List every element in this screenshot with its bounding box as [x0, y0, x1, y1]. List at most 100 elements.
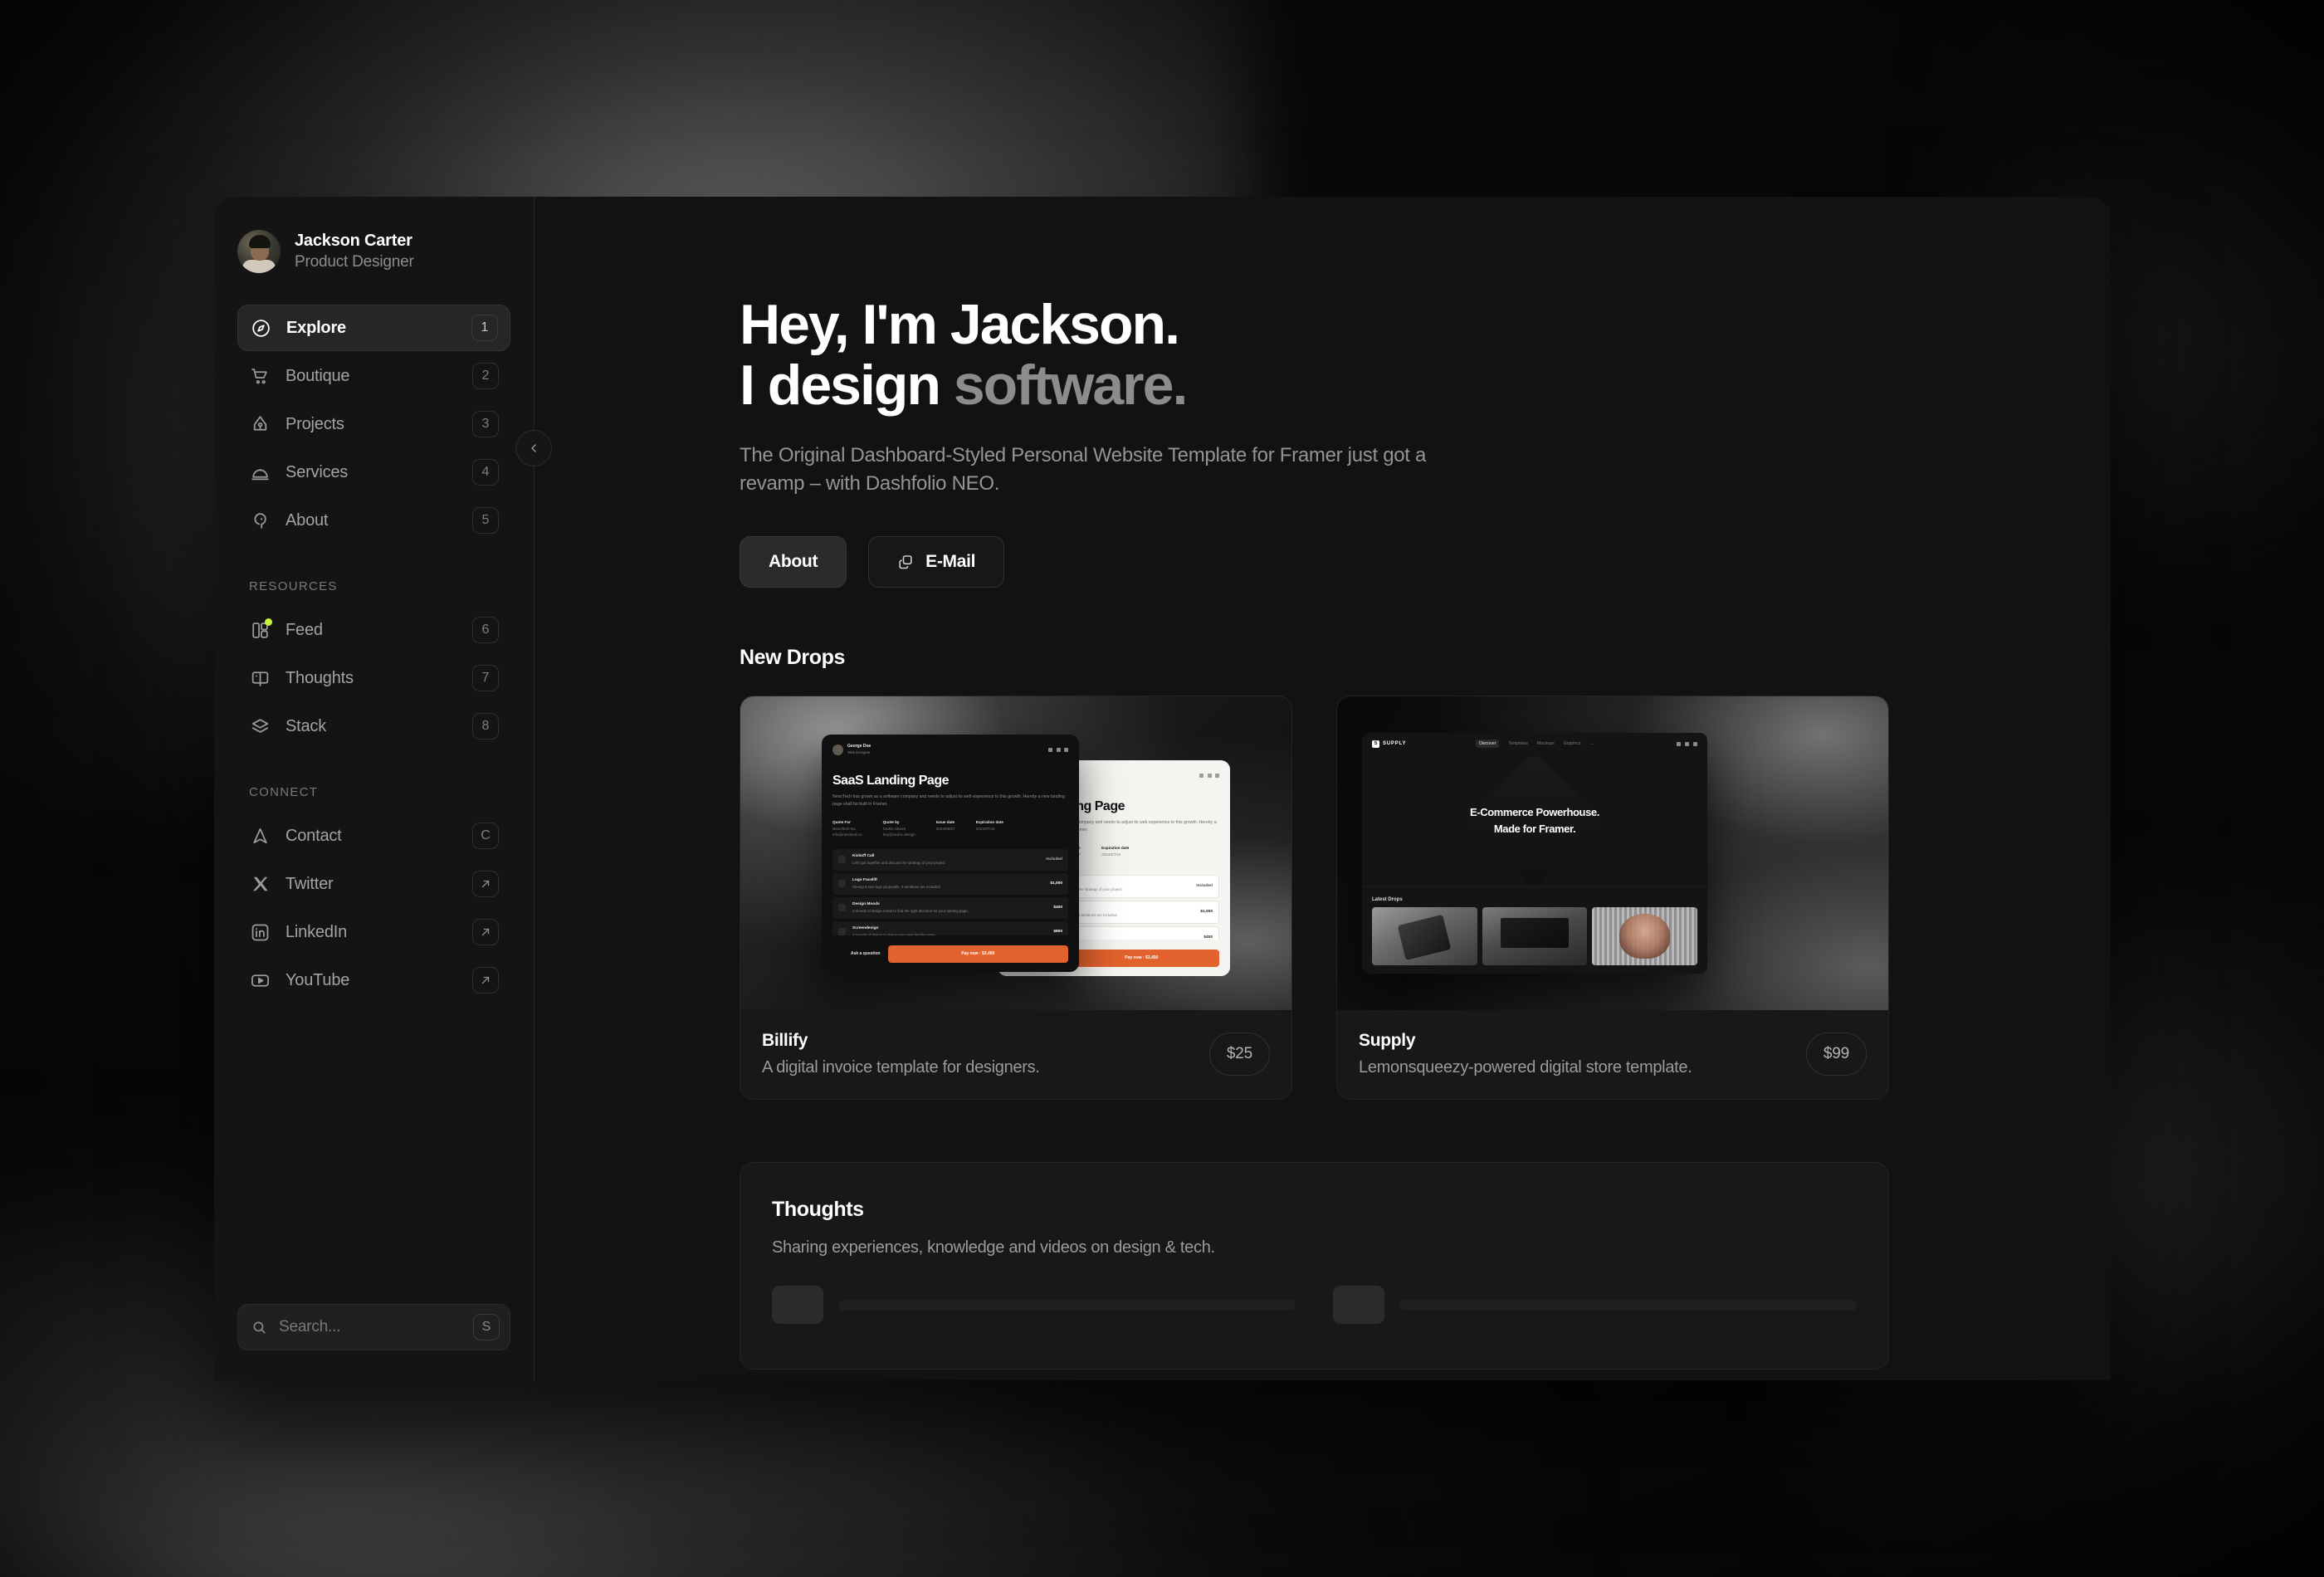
store-hero-line-1: E-Commerce Powerhouse. [1470, 806, 1599, 818]
hero-subtitle: The Original Dashboard-Styled Personal W… [740, 442, 1453, 498]
sidebar-item-badge: 7 [472, 665, 499, 691]
invoice-title: SaaS Landing Page [832, 774, 1068, 788]
sidebar-item-badge: 6 [472, 617, 499, 643]
sidebar-item-label: Twitter [286, 875, 458, 894]
sidebar-item-projects[interactable]: Projects 3 [237, 401, 510, 447]
profile-header[interactable]: Jackson Carter Product Designer [214, 197, 534, 273]
sidebar-item-feed[interactable]: Feed 6 [237, 607, 510, 653]
layout-grid-icon [249, 619, 271, 642]
instagram-icon [1048, 748, 1052, 752]
thought-title-placeholder [838, 1300, 1296, 1311]
invoice-user-role: Web Designer [847, 750, 871, 756]
layers-icon [249, 715, 271, 738]
twitter-icon [1208, 774, 1212, 778]
page-title: Hey, I'm Jackson. I design software. [740, 295, 1889, 417]
thoughts-panel-title: Thoughts [772, 1198, 1857, 1222]
navigation-arrow-icon [249, 825, 271, 847]
sidebar-item-about[interactable]: About 5 [237, 497, 510, 544]
external-link-badge [472, 871, 499, 897]
sidebar-item-label: Services [286, 463, 458, 482]
avatar [237, 230, 281, 273]
product-description: Lemonsqueezy-powered digital store templ… [1359, 1058, 1791, 1077]
notification-dot [265, 618, 272, 626]
invoice-meta-value: NexoTech Inc. info@nexotech.io [832, 827, 862, 838]
facebook-icon [1215, 774, 1219, 778]
arrow-up-right-icon [480, 974, 491, 986]
invoice-meta-value: 2024/07/15 [1101, 852, 1129, 858]
chevron-left-icon [527, 442, 540, 455]
thoughts-panel: Thoughts Sharing experiences, knowledge … [740, 1162, 1889, 1370]
invoice-ask-label: Ask a question [832, 951, 881, 956]
sidebar-item-badge: 2 [472, 363, 499, 389]
invoice-mockup-dark: George Doe Web Designer [822, 735, 1079, 972]
sidebar-item-label: Contact [286, 827, 458, 846]
store-product-tile [1372, 907, 1477, 965]
about-button[interactable]: About [740, 536, 847, 588]
supply-logo-icon: S [1372, 740, 1379, 748]
profile-name: Jackson Carter [295, 232, 414, 251]
nav-group-resources: Feed 6 Thoughts 7 [237, 607, 510, 749]
sidebar-item-explore[interactable]: Explore 1 [237, 305, 510, 351]
decorative-diamond [1466, 751, 1604, 890]
invoice-pay-button: Pay now · $3,450 [888, 945, 1068, 963]
invoice-meta-value: 2024/06/27 [936, 827, 955, 832]
sidebar-item-label: About [286, 511, 458, 530]
sidebar-item-linkedin[interactable]: LinkedIn [237, 909, 510, 955]
hero-line-2-muted: software. [954, 354, 1187, 417]
invoice-meta-key: Quote by [883, 820, 915, 824]
sidebar-item-thoughts[interactable]: Thoughts 7 [237, 655, 510, 701]
product-card-supply[interactable]: S SUPPLY Discover Templates Mockups Grap… [1336, 696, 1889, 1100]
external-link-badge [472, 967, 499, 994]
sidebar-item-services[interactable]: Services 4 [237, 449, 510, 496]
sidebar-item-stack[interactable]: Stack 8 [237, 703, 510, 749]
thought-thumbnail [772, 1286, 823, 1324]
email-button[interactable]: E-Mail [868, 536, 1004, 588]
open-book-icon [249, 667, 271, 690]
new-drops-heading: New Drops [740, 646, 1889, 670]
new-drops-card-list: George Doe Web Designer [740, 696, 1889, 1100]
hero-line-1: Hey, I'm Jackson. [740, 293, 1179, 356]
invoice-line-item: Design Moods3 moods of design mood to fi… [832, 897, 1068, 919]
supply-brand-name: SUPPLY [1383, 741, 1406, 746]
list-item[interactable] [772, 1286, 1296, 1324]
app-window: Jackson Carter Product Designer [214, 197, 2111, 1380]
search-icon [251, 1320, 267, 1335]
thought-thumbnail [1333, 1286, 1384, 1324]
thought-title-placeholder [1399, 1300, 1857, 1311]
sidebar-item-label: Thoughts [286, 669, 458, 688]
instagram-icon [1677, 742, 1681, 746]
search-input[interactable]: Search... S [237, 1304, 510, 1350]
sidebar-item-boutique[interactable]: Boutique 2 [237, 353, 510, 399]
store-nav-more: ... [1590, 741, 1594, 746]
invoice-meta-value: Cedric Moore hey@cedric.design [883, 827, 915, 838]
store-product-tile [1592, 907, 1697, 965]
linkedin-icon [249, 921, 271, 944]
sidebar-item-youtube[interactable]: YouTube [237, 957, 510, 1003]
invoice-meta-key: Quote For [832, 820, 862, 824]
copy-icon [897, 554, 914, 570]
speech-bubble-icon [249, 510, 271, 532]
invoice-meta-value: 2024/07/15 [976, 827, 1003, 832]
sidebar-collapse-button[interactable] [515, 430, 552, 466]
sidebar-item-twitter[interactable]: Twitter [237, 861, 510, 907]
product-card-billify[interactable]: George Doe Web Designer [740, 696, 1292, 1100]
sidebar-item-label: LinkedIn [286, 923, 458, 942]
store-nav-link: Graphics [1564, 741, 1581, 746]
invoice-line-item: Logo FaceliftSeeing 3 new logo proposals… [832, 873, 1068, 895]
sidebar-item-label: Projects [286, 415, 458, 434]
sidebar-item-label: Stack [286, 717, 458, 736]
search-placeholder: Search... [279, 1318, 461, 1336]
list-item[interactable] [1333, 1286, 1857, 1324]
twitter-icon [1685, 742, 1689, 746]
invoice-meta-key: Expiration date [976, 820, 1003, 824]
sidebar-item-label: Explore [286, 319, 457, 338]
cart-icon [249, 365, 271, 388]
store-section-label: Latest Drops [1362, 887, 1707, 907]
product-description: A digital invoice template for designers… [762, 1058, 1194, 1077]
facebook-icon [1693, 742, 1697, 746]
sidebar-item-contact[interactable]: Contact C [237, 813, 510, 859]
sidebar-item-badge: C [472, 823, 499, 849]
sidebar-item-label: Boutique [286, 367, 458, 386]
twitter-icon [1057, 748, 1061, 752]
sidebar-item-label: Feed [286, 621, 458, 640]
